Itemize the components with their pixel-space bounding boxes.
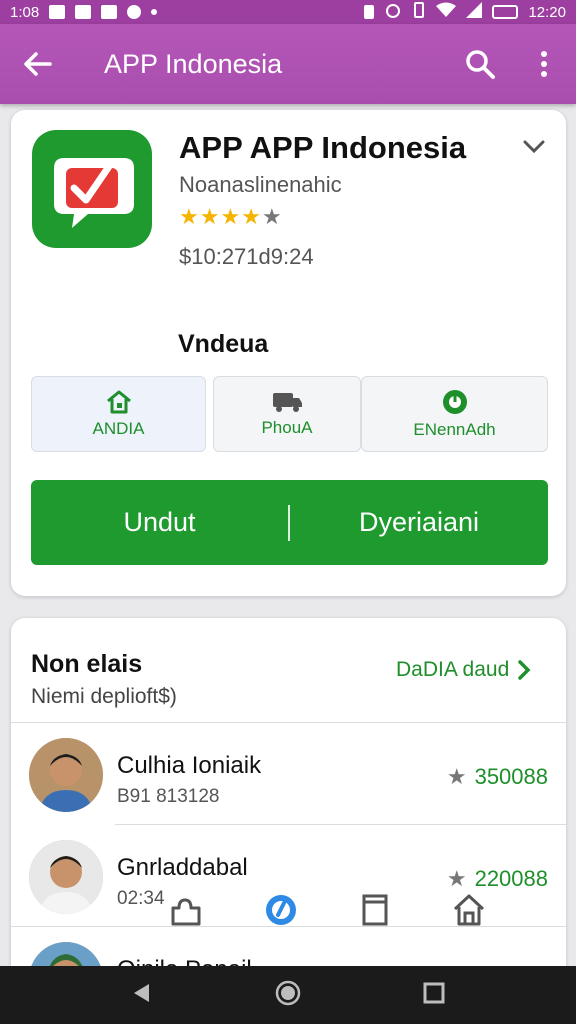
tab-home[interactable] xyxy=(447,888,491,932)
small-dot-icon xyxy=(151,9,158,15)
system-nav-bar xyxy=(0,966,576,1024)
tab-explore[interactable] xyxy=(259,888,303,932)
status-bar: 1:08 12:20 xyxy=(0,0,576,24)
circle-home-icon xyxy=(275,980,301,1005)
home-icon xyxy=(106,390,131,414)
image-icon xyxy=(75,5,92,19)
more-button[interactable] xyxy=(512,24,576,104)
mute-icon xyxy=(364,5,375,19)
reviews-subtitle: Niemi deplioft​​$) xyxy=(31,685,177,708)
app-details-card: APP APP Indonesia Noanaslinenahic ★★★★★ … xyxy=(11,110,566,596)
status-time-right: 12:20 xyxy=(528,3,566,21)
chip-andia[interactable]: ANDIA xyxy=(31,376,206,452)
alarm-icon xyxy=(384,2,402,22)
clock-icon xyxy=(442,390,467,414)
dot-icon xyxy=(127,5,142,19)
review-row[interactable]: Culhia Ioniaik B91 813128 ★ 350088 xyxy=(11,722,566,822)
app-title: APP APP Indonesia xyxy=(179,130,467,165)
nav-home-button[interactable] xyxy=(275,980,301,1011)
price-text: $10:27​1d9:24 xyxy=(179,244,314,269)
reviews-title: Non elais xyxy=(31,650,143,678)
chip-label: ANDIA xyxy=(92,419,145,438)
see-all-label: DaDIA daud xyxy=(396,658,510,681)
tab-games[interactable] xyxy=(165,888,209,932)
star-icon: ★ xyxy=(241,204,262,229)
chip-phoua[interactable]: PhouA xyxy=(213,376,361,452)
wifi-icon xyxy=(436,2,457,22)
back-button[interactable] xyxy=(0,24,76,104)
bottom-tab-bar xyxy=(0,878,576,942)
install-button-group: Undut Dyeriaiani xyxy=(31,480,548,565)
score-value: 350088 xyxy=(474,764,548,789)
book-icon xyxy=(362,894,388,926)
expand-button[interactable] xyxy=(523,134,545,160)
chip-label: ENennAdh xyxy=(413,420,496,439)
star-icon: ★ xyxy=(446,764,467,789)
battery-icon xyxy=(492,5,519,19)
reviewer-name: Culhia Ioniaik xyxy=(117,752,262,779)
chip-enennadh[interactable]: ENennAdh xyxy=(361,376,548,452)
triangle-back-icon xyxy=(134,983,149,1002)
more-vert-icon xyxy=(541,51,547,77)
rating-stars: ★★★★★ xyxy=(179,204,283,230)
tab-books[interactable] xyxy=(353,888,397,932)
vibrate-icon xyxy=(412,2,426,22)
chart-icon xyxy=(101,5,118,19)
reviewer-meta: B91 813128 xyxy=(117,786,220,807)
install-right-button[interactable]: Dyeriaiani xyxy=(290,507,548,538)
status-time-left: 1:08 xyxy=(10,3,40,21)
notification-icon xyxy=(49,5,66,19)
nav-recents-button[interactable] xyxy=(423,982,445,1009)
star-icon: ★ xyxy=(199,204,221,229)
status-right: 12:20 xyxy=(364,2,566,22)
review-score: ★ 350088 xyxy=(447,764,548,790)
install-left-button[interactable]: Undut xyxy=(31,507,288,538)
app-bar-title: APP Indonesia xyxy=(104,48,283,79)
compass-icon xyxy=(266,895,296,925)
avatar xyxy=(29,738,103,812)
home-outline-icon xyxy=(453,894,485,926)
search-icon xyxy=(466,50,495,79)
chip-label: PhouA xyxy=(261,418,313,437)
arrow-left-icon xyxy=(24,52,52,76)
app-bar: APP Indonesia xyxy=(0,24,576,104)
section-label: Vndeua xyxy=(178,330,269,358)
button-divider xyxy=(288,504,290,541)
developer-name: Noanaslinenahic xyxy=(179,172,342,197)
truck-icon xyxy=(273,393,302,412)
search-button[interactable] xyxy=(448,24,512,104)
signal-icon xyxy=(466,2,483,22)
chevron-right-icon xyxy=(518,660,531,680)
star-icon: ★ xyxy=(179,204,200,229)
chevron-down-icon xyxy=(523,140,545,154)
nav-back-button[interactable] xyxy=(131,982,153,1009)
status-left: 1:08 xyxy=(10,3,158,21)
app-logo-icon xyxy=(32,130,152,248)
star-icon: ★ xyxy=(220,204,242,229)
reviews-card: Non elais Niemi deplioft​​$) DaDIA daud … xyxy=(11,618,566,1024)
star-empty-icon: ★ xyxy=(261,204,283,229)
see-all-link[interactable]: DaDIA daud xyxy=(396,658,531,682)
puzzle-icon xyxy=(171,898,201,926)
square-recents-icon xyxy=(423,982,445,1003)
